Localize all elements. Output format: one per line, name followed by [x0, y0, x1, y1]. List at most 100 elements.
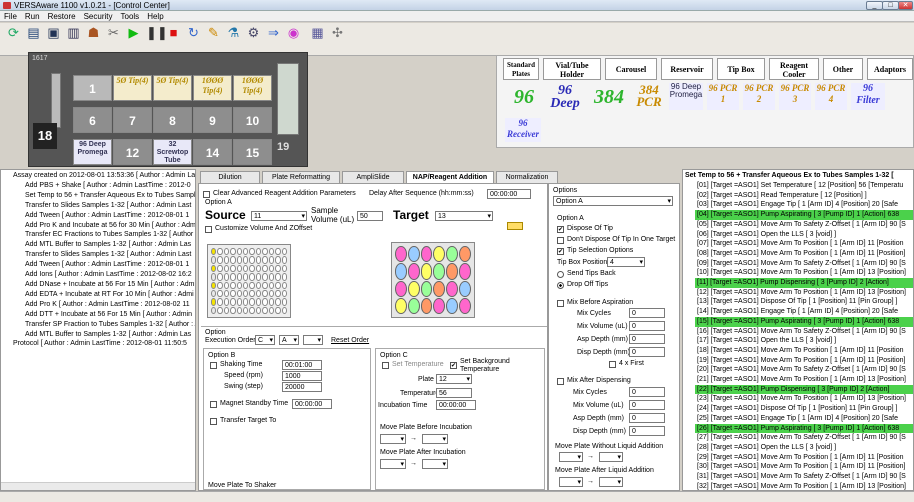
tree-item[interactable]: Add DNase + Incubate at 56 For 15 Min [ …	[3, 280, 195, 290]
pump-icon[interactable]: ⚙	[246, 25, 261, 40]
target-well[interactable]	[446, 297, 459, 314]
tab-dilution[interactable]: Dilution	[200, 171, 260, 183]
deck-slot-19[interactable]: 19	[277, 141, 289, 153]
mix-volume-input[interactable]: 0	[629, 321, 665, 331]
tip-selection-checkbox[interactable]: ✔	[557, 248, 564, 255]
source-well[interactable]	[243, 289, 249, 298]
command-item[interactable]: [10] [Target =ASO1] Move Arm To Position…	[695, 268, 913, 278]
command-item[interactable]: [18] [Target =ASO1] Move Arm To Position…	[695, 346, 913, 356]
menu-file[interactable]: File	[0, 11, 21, 22]
mix-cycles-2-input[interactable]: 0	[629, 387, 665, 397]
source-well[interactable]	[275, 264, 281, 273]
incubation-time-input[interactable]: 00:00:00	[436, 400, 476, 410]
target-well[interactable]	[407, 297, 420, 314]
tab-plate-reformatting[interactable]: Plate Reformatting	[262, 171, 340, 183]
source-well[interactable]	[230, 264, 236, 273]
refresh-icon[interactable]: ⟳	[6, 25, 21, 40]
command-item[interactable]: [30] [Target =ASO1] Move Arm To Position…	[695, 462, 913, 472]
source-well[interactable]	[262, 248, 268, 256]
command-item[interactable]: [05] [Target =ASO1] Move Arm To Safety Z…	[695, 220, 913, 230]
target-well[interactable]	[395, 280, 407, 297]
magnet-checkbox[interactable]	[210, 401, 217, 408]
minimize-button[interactable]: _	[866, 1, 883, 10]
color-wheel-icon[interactable]: ◉	[286, 25, 301, 40]
source-well[interactable]	[211, 298, 217, 306]
source-well[interactable]	[230, 248, 236, 256]
customize-checkbox[interactable]	[205, 226, 212, 233]
source-well[interactable]	[217, 248, 223, 256]
source-well[interactable]	[262, 273, 268, 281]
target-well[interactable]	[446, 246, 459, 263]
source-well[interactable]	[268, 281, 275, 289]
source-well[interactable]	[236, 306, 243, 314]
target-well[interactable]	[433, 280, 446, 297]
deck-slot-2[interactable]: 5Ø Tip(4)	[113, 75, 152, 101]
source-well[interactable]	[275, 289, 281, 298]
source-well[interactable]	[249, 298, 255, 306]
command-item[interactable]: [12] [Target =ASO1] Move Arm To Position…	[695, 288, 913, 298]
command-item[interactable]: [25] [Target =ASO1] Engage Tip [ 1 [Arm …	[695, 414, 913, 424]
source-well[interactable]	[217, 273, 223, 281]
move-after-liq-select-1[interactable]	[559, 477, 583, 487]
deck-slot-14[interactable]: 14	[193, 139, 232, 165]
source-well[interactable]	[211, 306, 217, 314]
target-well[interactable]	[446, 280, 459, 297]
dispose-tip-checkbox[interactable]: ✔	[557, 226, 564, 233]
tree-item[interactable]: Add Pro K and Incubate at 56 for 30 Min …	[3, 221, 195, 231]
command-item[interactable]: [07] [Target =ASO1] Move Arm To Position…	[695, 239, 913, 249]
source-well[interactable]	[223, 306, 230, 314]
deck-slot-6[interactable]: 6	[73, 107, 112, 133]
command-item[interactable]: [11] [Target =ASO1] Pump Dispensing [ 3 …	[695, 278, 913, 288]
source-plate-map[interactable]	[207, 244, 291, 318]
deck-slot-15[interactable]: 15	[233, 139, 272, 165]
deck-slot-7[interactable]: 7	[113, 107, 152, 133]
target-well[interactable]	[407, 246, 420, 263]
source-well[interactable]	[223, 289, 230, 298]
source-well[interactable]	[249, 273, 255, 281]
deck-slot-13[interactable]: 32 Screwtop Tube	[153, 139, 192, 165]
deck-slot-18[interactable]: 18	[33, 123, 57, 149]
tree-item[interactable]: Add Tween [ Author : Admin LastTime : 20…	[3, 211, 195, 221]
move-without-select-2[interactable]	[599, 452, 623, 462]
source-well[interactable]	[268, 256, 275, 264]
deck-slot-9[interactable]: 9	[193, 107, 232, 133]
command-item[interactable]: [02] [Target =ASO1] Read Temperature [ 1…	[695, 191, 913, 201]
mix-before-checkbox[interactable]	[557, 300, 564, 307]
arm-icon[interactable]: ⚗	[226, 25, 241, 40]
source-well[interactable]	[243, 273, 249, 281]
source-well[interactable]	[281, 281, 287, 289]
source-well[interactable]	[275, 298, 281, 306]
shaking-time-input[interactable]: 00:01:00	[282, 360, 322, 370]
target-well[interactable]	[407, 280, 420, 297]
sample-volume-input[interactable]: 50	[357, 211, 383, 221]
source-well[interactable]	[223, 298, 230, 306]
command-item[interactable]: [04] [Target =ASO1] Pump Aspirating [ 3 …	[695, 210, 913, 220]
deck-slot-4[interactable]: 1ØØØ Tip(4)	[193, 75, 232, 101]
save-icon[interactable]: ▣	[46, 25, 61, 40]
reset-icon[interactable]: ↻	[186, 25, 201, 40]
deck-slot-1[interactable]: 1	[73, 75, 112, 101]
deck-slot-5[interactable]: 1ØØØ Tip(4)	[233, 75, 272, 101]
move-before-select-2[interactable]	[422, 434, 448, 444]
plate-edit-icon[interactable]	[507, 222, 523, 230]
source-well[interactable]	[243, 248, 249, 256]
command-item[interactable]: [19] [Target =ASO1] Move Arm To Position…	[695, 356, 913, 366]
move-without-select-1[interactable]	[559, 452, 583, 462]
command-item[interactable]: [20] [Target =ASO1] Move Arm To Safety Z…	[695, 365, 913, 375]
swing-input[interactable]: 20000	[282, 382, 322, 392]
source-well[interactable]	[249, 264, 255, 273]
source-well[interactable]	[281, 289, 287, 298]
source-well[interactable]	[211, 264, 217, 273]
set-bg-temp-checkbox[interactable]: ✔	[450, 362, 457, 369]
source-well[interactable]	[236, 248, 243, 256]
source-well[interactable]	[262, 306, 268, 314]
users-icon[interactable]: ☗	[86, 25, 101, 40]
labware-384[interactable]: 384	[589, 86, 629, 109]
labware-96-deep[interactable]: 96 Deep	[545, 84, 585, 111]
tree-item[interactable]: Add Pro K [ Author : Admin LastTime : 20…	[3, 300, 195, 310]
move-after-select-2[interactable]	[422, 459, 448, 469]
chart-icon[interactable]: ▦	[310, 25, 325, 40]
source-well[interactable]	[217, 289, 223, 298]
target-plate-map[interactable]	[391, 242, 475, 318]
source-well[interactable]	[211, 248, 217, 256]
